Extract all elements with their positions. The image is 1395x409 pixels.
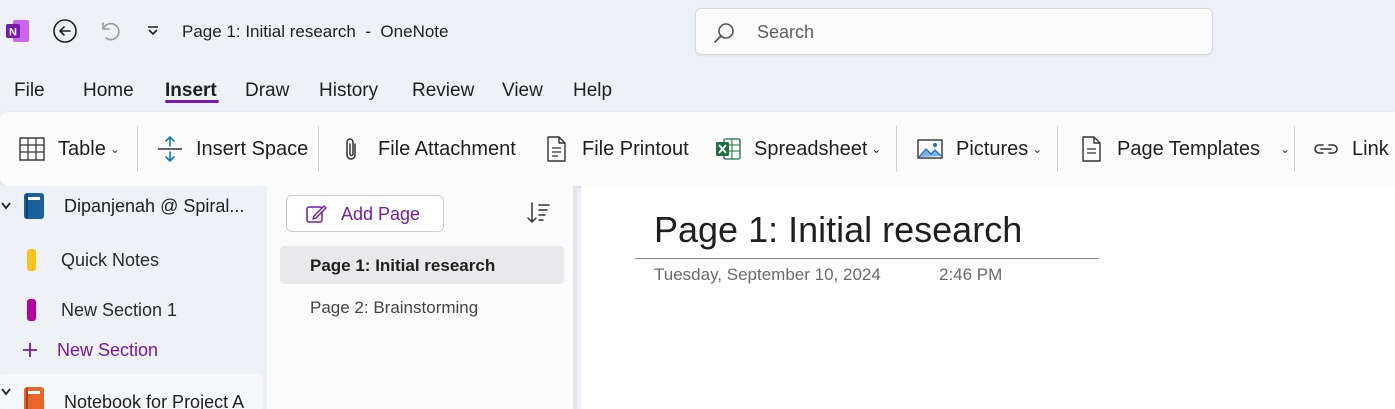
picture-icon (916, 135, 944, 163)
page-canvas[interactable]: Page 1: Initial research Tuesday, Septem… (581, 186, 1395, 409)
notebook-navigation: Dipanjenah @ Spiral... Quick Notes New S… (0, 186, 267, 409)
section-quick-notes[interactable]: Quick Notes (0, 242, 263, 278)
search-placeholder: Search (757, 22, 815, 42)
chevron-down-icon (148, 26, 158, 36)
table-button[interactable]: Table ⌄ (18, 131, 120, 167)
page-date: Tuesday, September 10, 2024 (654, 265, 881, 284)
section-label: New Section 1 (61, 299, 178, 320)
section-label: Quick Notes (61, 249, 160, 270)
quick-access-dropdown[interactable] (139, 17, 167, 45)
excel-icon (714, 135, 742, 163)
table-icon (18, 135, 46, 163)
notebook-label: Dipanjenah @ Spiral... (64, 195, 245, 216)
page-title[interactable]: Page 1: Initial research (654, 209, 1022, 251)
chevron-down-icon: ⌄ (1280, 142, 1291, 156)
chevron-down-icon (1, 202, 11, 210)
sort-pages-button[interactable] (526, 200, 552, 231)
tab-home[interactable]: Home (83, 80, 134, 102)
table-label: Table (58, 137, 106, 160)
spreadsheet-label: Spreadsheet (754, 137, 868, 160)
sort-icon (527, 202, 550, 223)
page-templates-button[interactable]: Page Templates ⌄ (1077, 131, 1290, 167)
file-printout-label: File Printout (582, 137, 689, 160)
file-printout-icon (542, 135, 570, 163)
link-button[interactable]: Link (1312, 131, 1389, 167)
ribbon-divider (896, 126, 897, 172)
add-page-icon (306, 205, 327, 223)
chevron-down-icon: ⌄ (871, 142, 882, 156)
tab-history[interactable]: History (319, 80, 378, 102)
page-label: Page 1: Initial research (310, 256, 496, 275)
add-page-button[interactable]: Add Page (286, 195, 444, 232)
insert-space-button[interactable]: Insert Space (156, 131, 308, 167)
add-page-label: Add Page (341, 204, 421, 224)
notebook-icon (24, 193, 44, 219)
insert-ribbon: Table ⌄ Insert Space File Attachment Fil… (0, 112, 1395, 186)
title-bar: N Page 1: Initial research - OneNote Sea… (0, 0, 1395, 66)
chevron-down-icon (1, 388, 11, 396)
notebook-icon (24, 387, 44, 409)
tab-review[interactable]: Review (412, 80, 474, 102)
plus-icon (23, 343, 37, 357)
pictures-button[interactable]: Pictures ⌄ (916, 131, 1042, 167)
page-item-selected[interactable]: Page 1: Initial research (280, 246, 564, 284)
tab-draw[interactable]: Draw (245, 80, 289, 102)
tab-help[interactable]: Help (573, 80, 612, 102)
tab-view[interactable]: View (502, 80, 543, 102)
paperclip-icon (338, 135, 366, 163)
new-section-label: New Section (57, 339, 159, 360)
search-icon (714, 23, 734, 43)
chevron-down-icon: ⌄ (109, 142, 120, 156)
page-time: 2:46 PM (939, 265, 1003, 284)
tab-file[interactable]: File (14, 80, 45, 102)
file-attachment-button[interactable]: File Attachment (338, 131, 516, 167)
new-section-button[interactable]: New Section (0, 332, 263, 368)
back-button[interactable] (51, 17, 79, 45)
page-templates-label: Page Templates (1117, 137, 1261, 160)
notebook-item[interactable]: Notebook for Project A (0, 374, 263, 409)
insert-space-icon (156, 135, 184, 163)
pages-pane: Add Page Page 1: Initial research Page 2… (267, 186, 577, 409)
pictures-label: Pictures (956, 137, 1029, 160)
page-item[interactable]: Page 2: Brainstorming (280, 288, 564, 326)
page-template-icon (1077, 135, 1105, 163)
onenote-logo-icon: N (5, 18, 31, 44)
file-attachment-label: File Attachment (378, 137, 516, 160)
undo-icon (102, 22, 120, 41)
back-arrow-icon (53, 19, 77, 43)
window-title: Page 1: Initial research - OneNote (182, 22, 449, 41)
page-label: Page 2: Brainstorming (310, 298, 479, 317)
search-box[interactable]: Search (695, 8, 1213, 55)
link-label: Link (1352, 137, 1389, 160)
chevron-down-icon: ⌄ (1032, 142, 1043, 156)
ribbon-divider (318, 126, 319, 172)
menu-tabs: File Home Insert Draw History Review Vie… (0, 66, 1395, 112)
notebook-label: Notebook for Project A (64, 392, 245, 409)
tab-insert[interactable]: Insert (165, 80, 217, 102)
insert-space-label: Insert Space (196, 137, 309, 160)
ribbon-divider (137, 126, 138, 172)
section-new-section-1[interactable]: New Section 1 (0, 292, 263, 328)
link-icon (1312, 135, 1340, 163)
svg-text:N: N (9, 27, 17, 39)
undo-button[interactable] (95, 17, 123, 45)
notebook-item[interactable]: Dipanjenah @ Spiral... (0, 188, 263, 224)
section-color-tab (27, 299, 36, 321)
spreadsheet-button[interactable]: Spreadsheet ⌄ (714, 131, 881, 167)
ribbon-divider (1294, 126, 1295, 172)
file-printout-button[interactable]: File Printout (542, 131, 689, 167)
section-color-tab (27, 249, 36, 271)
active-tab-indicator (165, 100, 219, 103)
title-divider (635, 258, 1099, 259)
ribbon-divider (1057, 126, 1058, 172)
